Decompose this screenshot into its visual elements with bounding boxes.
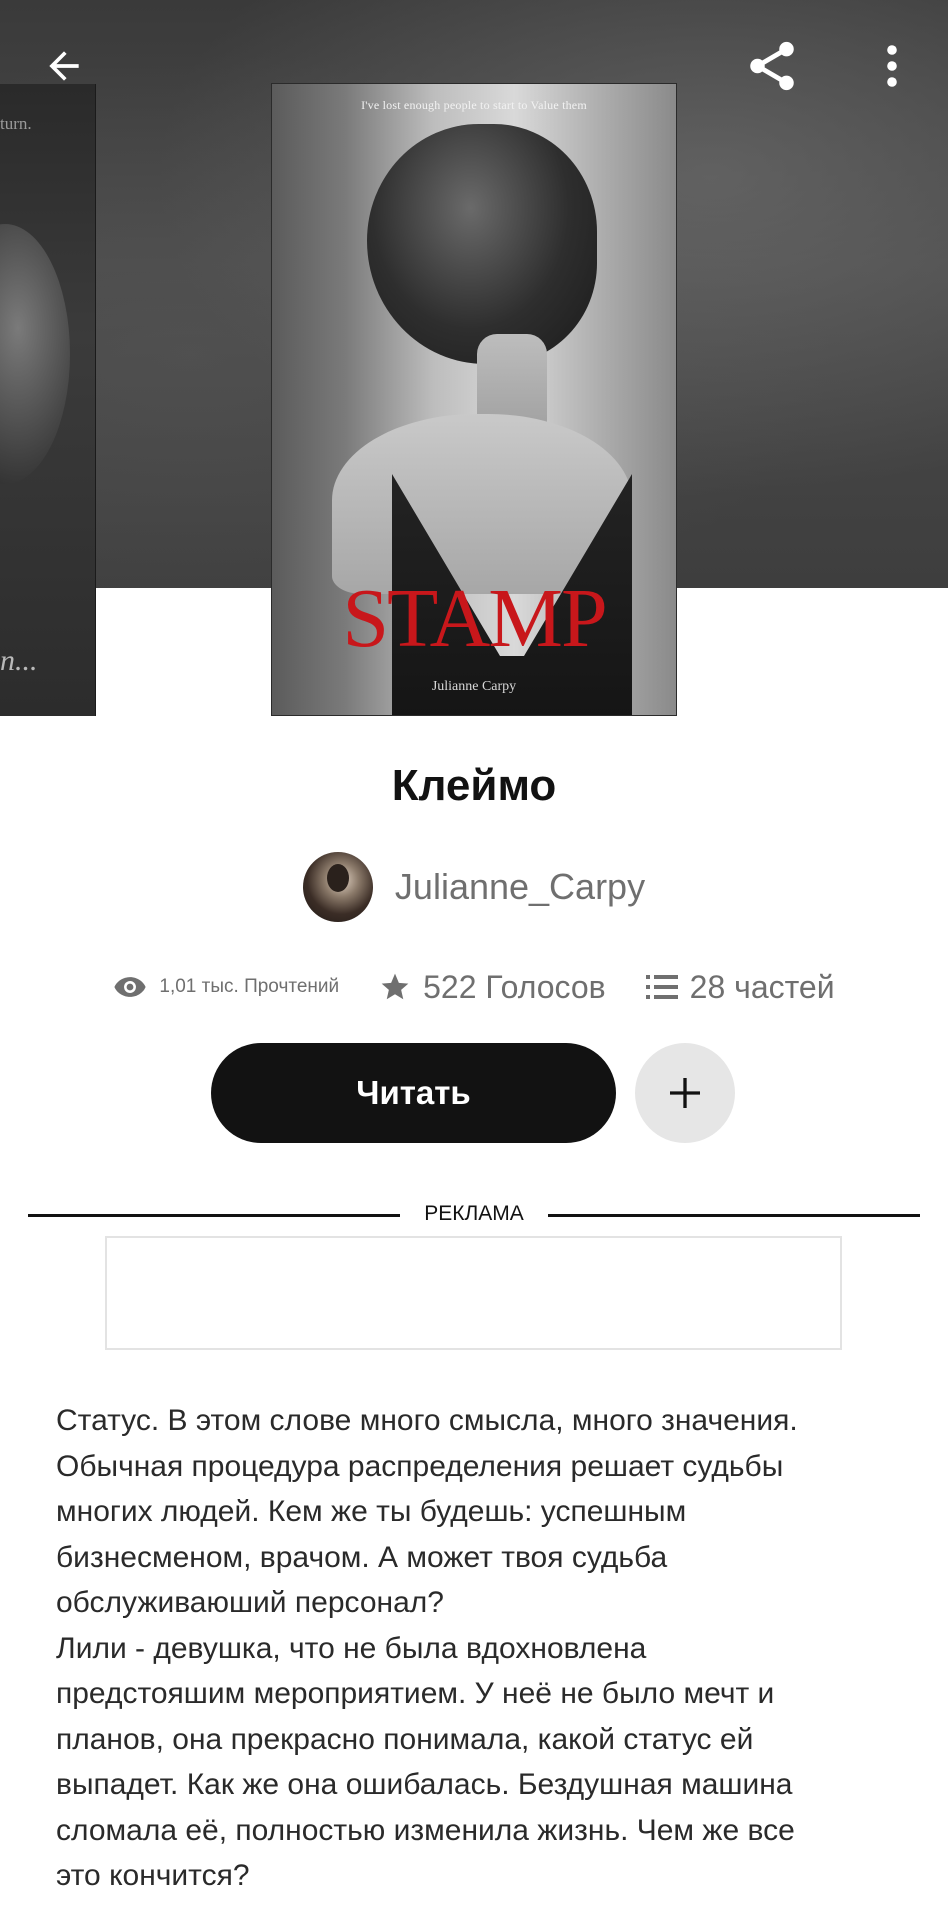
share-button[interactable] (742, 36, 802, 96)
cover-tagline: I've lost enough people to start to Valu… (361, 98, 587, 112)
cover-image (0, 224, 70, 484)
ad-slot[interactable] (105, 1236, 842, 1350)
list-icon (645, 975, 678, 999)
story-cover[interactable]: I've lost enough people to start to Valu… (271, 83, 677, 716)
votes-stat: 522 Голосов (379, 969, 606, 1006)
star-icon (381, 973, 409, 1000)
cover-title: STAMP (342, 572, 607, 665)
more-options-button[interactable] (862, 36, 922, 96)
author-avatar[interactable] (302, 852, 373, 922)
parts-stat[interactable]: 28 частей (645, 968, 835, 1006)
author-link[interactable]: Julianne_Carpy (0, 852, 948, 922)
previous-story-cover[interactable]: turn. n... (0, 84, 96, 716)
reads-count: 1,01 тыс. Прочтений (159, 976, 340, 997)
add-to-library-button[interactable] (635, 1043, 735, 1143)
cover-portrait-hair (367, 124, 597, 364)
share-icon (750, 41, 794, 91)
eye-icon (114, 977, 146, 997)
more-vertical-icon (887, 45, 897, 87)
plus-icon (670, 1078, 700, 1108)
votes-count: 522 Голосов (423, 968, 606, 1005)
story-description: Статус. В этом слове много смысла, много… (56, 1404, 798, 1892)
reads-stat: 1,01 тыс. Прочтений (113, 975, 339, 999)
story-title: Клеймо (391, 761, 557, 810)
story-stats: 1,01 тыс. Прочтений 522 Голосов 28 часте… (0, 962, 948, 1012)
ad-divider: РЕКЛАМА (28, 1202, 920, 1230)
cover-ellipsis-text: n... (0, 644, 38, 677)
cover-snippet-text: turn. (0, 114, 32, 133)
parts-count: 28 частей (689, 968, 835, 1005)
divider-line-right (548, 1214, 920, 1217)
author-name[interactable]: Julianne_Carpy (395, 866, 645, 908)
arrow-left-icon (49, 51, 79, 81)
read-button[interactable]: Читать (211, 1043, 616, 1143)
cover-author: Julianne Carpy (431, 679, 517, 694)
back-button[interactable] (34, 36, 94, 96)
